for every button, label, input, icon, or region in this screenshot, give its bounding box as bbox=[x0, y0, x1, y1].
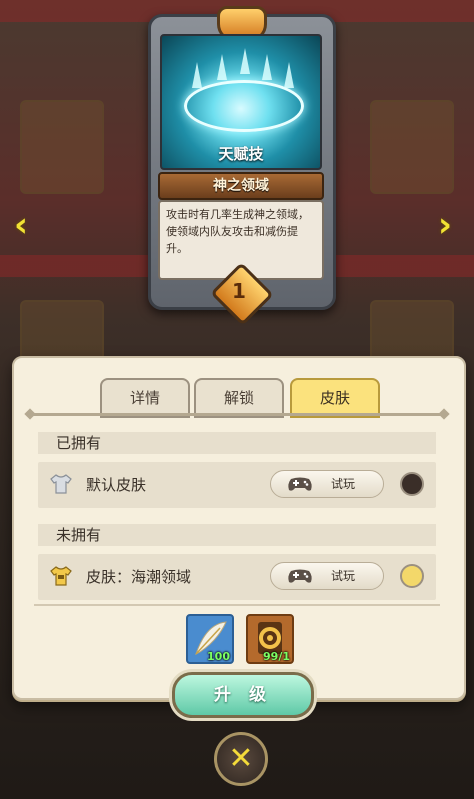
skin-row-tide-domain[interactable]: 皮肤：海潮领域 试玩 bbox=[38, 554, 436, 600]
ice-spike bbox=[262, 54, 272, 80]
skin-row-default[interactable]: 默认皮肤 试玩 bbox=[38, 462, 436, 508]
material-count: 99/1 bbox=[263, 650, 290, 663]
tab-skin[interactable]: 皮肤 bbox=[290, 378, 380, 418]
background-card bbox=[370, 100, 454, 194]
tab-divider bbox=[30, 413, 444, 416]
owned-section-title: 已拥有 bbox=[38, 432, 436, 454]
skill-name: 神之领域 bbox=[158, 172, 324, 200]
trial-label: 试玩 bbox=[331, 569, 356, 583]
skin-radio-unselected[interactable] bbox=[400, 564, 424, 588]
material-slot-ring[interactable]: 99/1 bbox=[246, 614, 294, 664]
trial-label: 试玩 bbox=[331, 477, 356, 491]
material-count: 100 bbox=[207, 650, 230, 663]
panel-divider bbox=[34, 604, 440, 606]
tab-unlock[interactable]: 解锁 bbox=[194, 378, 284, 418]
trial-button[interactable]: 试玩 bbox=[270, 470, 384, 498]
gamepad-icon bbox=[288, 477, 312, 491]
gamepad-icon bbox=[288, 569, 312, 583]
next-arrow-icon[interactable]: › bbox=[438, 205, 452, 245]
skin-name: 皮肤：海潮领域 bbox=[86, 568, 192, 586]
prev-arrow-icon[interactable]: ‹ bbox=[14, 205, 28, 245]
skill-type-label: 天赋技 bbox=[218, 145, 264, 163]
material-slot-feather[interactable]: 100 bbox=[186, 614, 234, 664]
skill-art: 天赋技 bbox=[160, 34, 322, 170]
skin-radio-selected[interactable] bbox=[400, 472, 424, 496]
golden-shirt-icon bbox=[50, 566, 72, 586]
ice-spike bbox=[284, 62, 294, 88]
shirt-icon bbox=[50, 474, 72, 494]
tab-details[interactable]: 详情 bbox=[100, 378, 190, 418]
trial-button[interactable]: 试玩 bbox=[270, 562, 384, 590]
ice-spike bbox=[192, 62, 202, 88]
unowned-section-title: 未拥有 bbox=[38, 524, 436, 546]
upgrade-button[interactable]: 升 级 bbox=[172, 672, 314, 718]
ice-spike bbox=[217, 54, 227, 80]
skill-level: 1 bbox=[232, 279, 246, 303]
skin-name: 默认皮肤 bbox=[86, 476, 147, 494]
background-card bbox=[20, 100, 104, 194]
ice-spike bbox=[240, 48, 250, 74]
close-icon[interactable]: ✕ bbox=[214, 732, 268, 786]
